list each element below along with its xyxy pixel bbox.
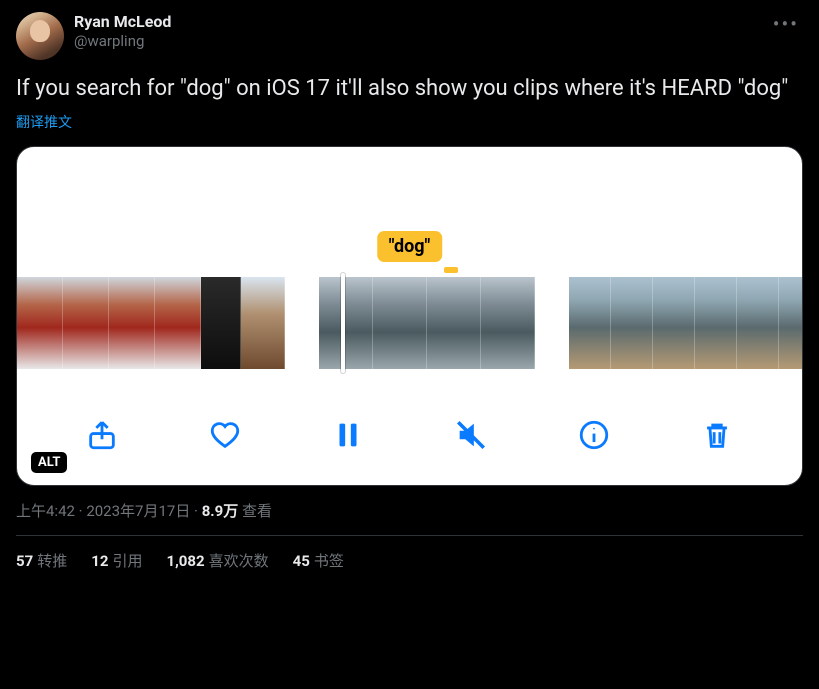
video-filmstrip[interactable] — [17, 277, 802, 369]
views-label: 查看 — [242, 502, 272, 520]
mute-icon[interactable] — [449, 413, 493, 457]
video-thumbnail — [373, 277, 427, 369]
tweet-header: Ryan McLeod @warpling ••• — [16, 12, 803, 60]
info-icon[interactable] — [572, 413, 616, 457]
tweet-text: If you search for "dog" on iOS 17 it'll … — [16, 74, 803, 104]
pause-icon[interactable] — [326, 413, 370, 457]
timestamp-date[interactable]: 2023年7月17日 — [86, 502, 190, 520]
author-name: Ryan McLeod — [74, 12, 759, 32]
quotes-stat[interactable]: 12引用 — [91, 550, 142, 571]
retweets-stat[interactable]: 57转推 — [16, 550, 67, 571]
avatar[interactable] — [16, 12, 64, 60]
video-thumbnail — [653, 277, 695, 369]
views-count: 8.9万 — [202, 502, 239, 520]
more-icon[interactable]: ••• — [769, 12, 803, 36]
bookmarks-stat[interactable]: 45书签 — [293, 550, 344, 571]
timestamp-time[interactable]: 上午4:42 — [16, 502, 75, 520]
search-chip: "dog" — [377, 231, 443, 262]
stats-row: 57转推 12引用 1,082喜欢次数 45书签 — [16, 550, 803, 571]
divider — [16, 535, 803, 536]
video-thumbnail — [63, 277, 109, 369]
video-thumbnail — [427, 277, 481, 369]
heart-icon[interactable] — [203, 413, 247, 457]
author-block[interactable]: Ryan McLeod @warpling — [74, 12, 759, 51]
video-thumbnail — [695, 277, 737, 369]
author-handle: @warpling — [74, 32, 759, 51]
video-thumbnail — [779, 277, 803, 369]
share-icon[interactable] — [80, 413, 124, 457]
clip-group[interactable] — [319, 277, 535, 369]
video-thumbnail — [155, 277, 201, 369]
likes-stat[interactable]: 1,082喜欢次数 — [166, 550, 268, 571]
search-marker — [444, 267, 458, 273]
media-attachment[interactable]: "dog" — [16, 146, 803, 486]
video-thumbnail — [17, 277, 63, 369]
video-thumbnail — [201, 277, 241, 369]
clip-group[interactable] — [569, 277, 803, 369]
clip-group[interactable] — [17, 277, 285, 369]
video-thumbnail — [611, 277, 653, 369]
tweet-container: Ryan McLeod @warpling ••• If you search … — [0, 0, 819, 583]
video-thumbnail — [569, 277, 611, 369]
alt-badge[interactable]: ALT — [31, 452, 67, 473]
trash-icon[interactable] — [695, 413, 739, 457]
tweet-meta: 上午4:42 · 2023年7月17日 · 8.9万 查看 — [16, 500, 803, 521]
translate-link[interactable]: 翻译推文 — [16, 112, 72, 132]
video-thumbnail — [109, 277, 155, 369]
video-thumbnail — [319, 277, 373, 369]
video-thumbnail — [737, 277, 779, 369]
video-thumbnail — [241, 277, 285, 369]
video-thumbnail — [481, 277, 535, 369]
media-toolbar — [17, 413, 802, 457]
